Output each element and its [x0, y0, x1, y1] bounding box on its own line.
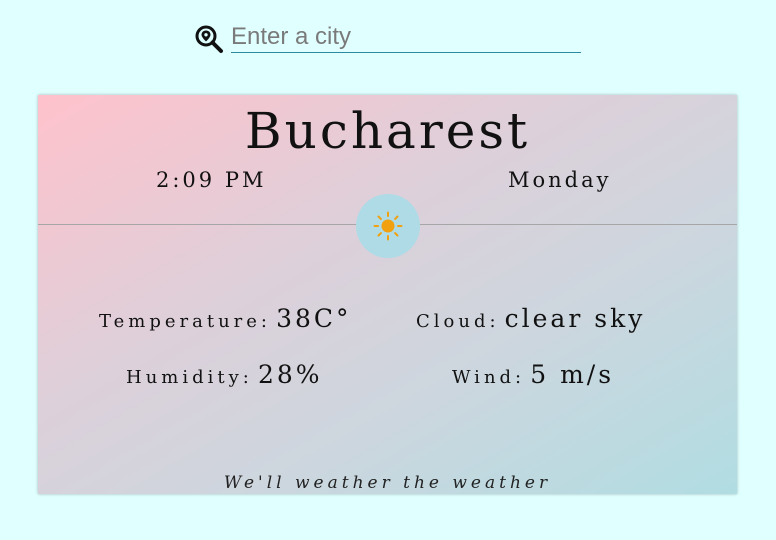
wind-value: 5 m/s	[530, 360, 615, 389]
weekday: Monday	[508, 168, 612, 192]
location-search-icon[interactable]	[194, 24, 224, 54]
tagline: We'll weather the weather	[223, 473, 552, 493]
cloud-stat: Cloud: clear sky	[416, 304, 645, 333]
temperature-label: Temperature:	[99, 311, 271, 332]
sun-icon	[373, 211, 403, 241]
local-time: 2:09 PM	[156, 168, 267, 192]
temperature-value: 38C°	[276, 304, 352, 333]
humidity-value: 28%	[257, 360, 323, 389]
search-input[interactable]	[231, 22, 581, 53]
city-search	[194, 22, 584, 56]
humidity-stat: Humidity: 28%	[126, 360, 323, 389]
cloud-value: clear sky	[504, 304, 646, 333]
wind-stat: Wind: 5 m/s	[452, 360, 614, 389]
weather-card: Bucharest 2:09 PM Monday Temperature: 38…	[38, 95, 737, 494]
weather-condition-badge	[356, 194, 420, 258]
city-name: Bucharest	[244, 102, 531, 160]
cloud-label: Cloud:	[416, 311, 500, 332]
temperature-stat: Temperature: 38C°	[99, 304, 352, 333]
humidity-label: Humidity:	[126, 367, 253, 388]
wind-label: Wind:	[452, 367, 526, 388]
